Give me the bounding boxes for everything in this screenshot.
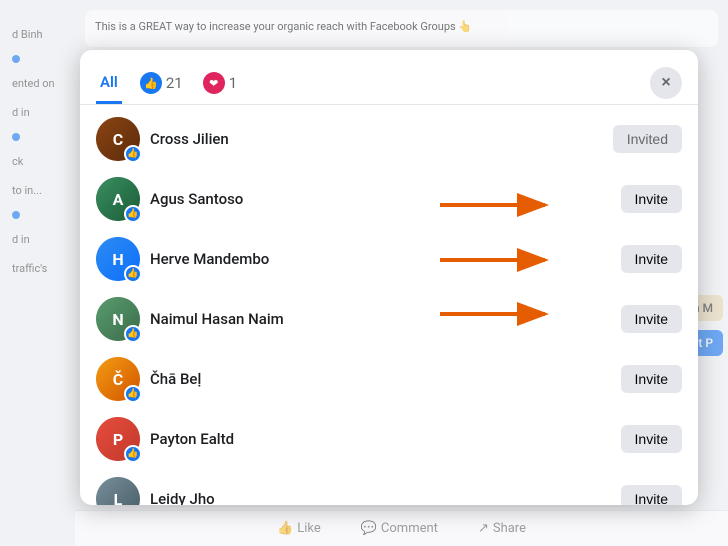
likes-count: 21 <box>166 74 183 92</box>
like-badge: 👍 <box>124 385 142 403</box>
like-badge: 👍 <box>124 265 142 283</box>
person-name: Leidy Jho <box>150 490 611 505</box>
list-item: P 👍 Payton Ealtd Invite <box>80 409 698 469</box>
like-badge: 👍 <box>124 145 142 163</box>
avatar-wrap: C 👍 <box>96 117 140 161</box>
invite-button[interactable]: Invite <box>621 425 682 453</box>
avatar-wrap: A 👍 <box>96 177 140 221</box>
avatar-wrap: Č 👍 <box>96 357 140 401</box>
list-item: N 👍 Naimul Hasan Naim Invite <box>80 289 698 349</box>
person-name: Naimul Hasan Naim <box>150 310 611 328</box>
tab-all[interactable]: All <box>96 63 122 104</box>
person-name: Herve Mandembo <box>150 250 611 268</box>
person-name: Agus Santoso <box>150 190 611 208</box>
like-badge: 👍 <box>124 325 142 343</box>
bg-sidebar: d Binh ented on d in ck to in... d in tr… <box>0 0 75 546</box>
invite-button[interactable]: Invite <box>621 365 682 393</box>
avatar-wrap: L 👍 <box>96 477 140 505</box>
avatar-wrap: N 👍 <box>96 297 140 341</box>
list-item: C 👍 Cross Jilien Invited <box>80 109 698 169</box>
list-item: L 👍 Leidy Jho Invite <box>80 469 698 505</box>
avatar: L <box>96 477 140 505</box>
people-list: C 👍 Cross Jilien Invited A 👍 Agus Santos… <box>80 105 698 505</box>
heart-icon: ❤ <box>203 72 225 94</box>
person-name: Payton Ealtd <box>150 430 611 448</box>
like-badge: 👍 <box>124 445 142 463</box>
person-name: Čhā Beḷ <box>150 370 611 388</box>
avatar-wrap: H 👍 <box>96 237 140 281</box>
share-action[interactable]: ↗Share <box>478 521 526 536</box>
person-name: Cross Jilien <box>150 130 603 148</box>
modal-header: All 👍 21 ❤ 1 × <box>80 50 698 105</box>
tab-likes[interactable]: 👍 21 <box>134 62 189 104</box>
invite-button[interactable]: Invite <box>621 305 682 333</box>
close-button[interactable]: × <box>650 67 682 99</box>
avatar-wrap: P 👍 <box>96 417 140 461</box>
list-item: A 👍 Agus Santoso Invite <box>80 169 698 229</box>
list-item: H 👍 Herve Mandembo Invite <box>80 229 698 289</box>
invite-button[interactable]: Invite <box>621 185 682 213</box>
comment-action[interactable]: 💬Comment <box>361 521 438 536</box>
tab-hearts[interactable]: ❤ 1 <box>197 62 243 104</box>
like-badge: 👍 <box>124 205 142 223</box>
invite-modal: All 👍 21 ❤ 1 × C 👍 Cross Jilien Invited <box>80 50 698 505</box>
invite-button[interactable]: Invite <box>621 245 682 273</box>
list-item: Č 👍 Čhā Beḷ Invite <box>80 349 698 409</box>
invited-button[interactable]: Invited <box>613 125 682 153</box>
hearts-count: 1 <box>229 74 237 92</box>
like-icon: 👍 <box>140 72 162 94</box>
like-action[interactable]: 👍Like <box>277 521 321 536</box>
invite-button[interactable]: Invite <box>621 485 682 505</box>
